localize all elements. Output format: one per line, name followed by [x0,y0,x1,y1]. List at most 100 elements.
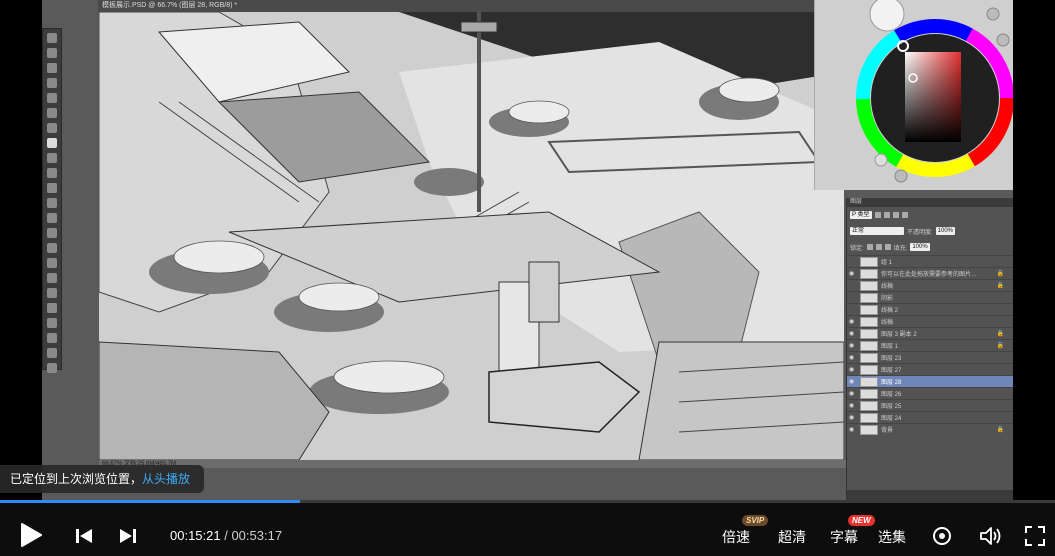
layer-list: 组 1 ◉ 你可以在此处拖放需要参考的图片… 🔒 线稿 🔒 阴影 线稿 2 ◉ 线稿 ◉ 图层 3 副… [847,255,1013,435]
visibility-eye-icon[interactable]: ◉ [849,390,857,397]
healing-tool-icon [47,123,57,133]
lock-all-icon[interactable] [884,244,891,250]
play-button[interactable] [20,523,42,552]
visibility-eye-icon[interactable]: ◉ [849,378,857,385]
tools-panel [42,28,62,373]
layer-name: 图层 25 [881,404,902,410]
previous-button[interactable] [76,529,92,548]
quick-select-tool-icon [47,78,57,88]
layer-name: 线稿 2 [881,308,899,314]
visibility-eye-icon[interactable]: ◉ [849,366,857,373]
layer-name: 图层 28 [881,380,902,386]
lock-icon: 🔒 [996,343,1004,349]
filter-adjust-icon[interactable] [883,212,890,218]
artwork-canvas [99,12,844,460]
layers-panel-footer [847,490,1013,500]
skip-previous-icon [76,529,92,543]
layer-thumbnail [860,424,878,435]
layer-row[interactable]: ◉ 线稿 [847,315,1013,327]
filter-type-icon[interactable] [892,212,899,218]
skip-next-icon [120,529,136,543]
total-duration: 00:53:17 [231,528,283,543]
lasso-tool-icon [47,63,57,73]
layer-thumbnail [860,364,878,375]
shape-tool-icon [47,288,57,298]
speed-button[interactable]: 倍速 [722,527,750,547]
lock-icon: 🔒 [996,331,1004,337]
layer-thumbnail [860,292,878,303]
toast-message: 已定位到上次浏览位置， [10,472,143,486]
layer-row[interactable]: ◉ 图层 1 🔒 [847,339,1013,351]
blend-mode-select[interactable]: 正常 [850,227,904,235]
layer-thumbnail [860,328,878,339]
layer-row[interactable]: ◉ 图层 27 [847,363,1013,375]
volume-button[interactable] [980,526,1002,551]
visibility-eye-icon[interactable]: ◉ [849,402,857,409]
quality-label: 超清 [778,529,806,545]
layer-thumbnail [860,316,878,327]
visibility-eye-icon[interactable]: ◉ [849,342,857,349]
layer-row[interactable]: 线稿 2 [847,303,1013,315]
quality-button[interactable]: 超清 [778,527,806,547]
layer-row[interactable]: ◉ 你可以在此处拖放需要参考的图片… 🔒 [847,267,1013,279]
opacity-input[interactable]: 100% [935,227,956,235]
time-separator: / [220,528,232,543]
layer-thumbnail [860,340,878,351]
layer-thumbnail [860,280,878,291]
layer-thumbnail [860,268,878,279]
layer-row[interactable]: 组 1 [847,255,1013,267]
layer-name: 图层 26 [881,392,902,398]
layer-row[interactable]: ◉ 图层 23 [847,351,1013,363]
filter-shape-icon[interactable] [901,212,908,218]
video-frame-photoshop: 模板展示.PSD @ 66.7% (图层 28, RGB/8) * 66.67%… [42,0,1013,500]
layer-name: 图层 1 [881,344,899,350]
opacity-label: 不透明度: [907,229,933,236]
layer-thumbnail [860,304,878,315]
subtitle-button[interactable]: 字幕 [830,527,858,547]
layer-name: 图层 23 [881,356,902,362]
eyedropper-tool-icon [47,108,57,118]
visibility-eye-icon[interactable]: ◉ [849,354,857,361]
layer-kind-filter[interactable]: P 类型 [850,211,872,219]
screen-mode-icon [47,363,57,373]
layer-row[interactable]: ◉ 图层 26 [847,387,1013,399]
layer-name: 你可以在此处拖放需要参考的图片… [881,272,978,278]
filter-pixel-icon[interactable] [874,212,881,218]
stamp-tool-icon [47,153,57,163]
color-swatch-icon [47,333,57,343]
play-from-start-link[interactable]: 从头播放 [142,472,190,486]
target-icon [933,527,951,545]
visibility-eye-icon[interactable]: ◉ [849,414,857,421]
visibility-eye-icon[interactable]: ◉ [849,330,857,337]
next-button[interactable] [120,529,136,548]
lock-pixels-icon[interactable] [866,244,873,250]
svip-badge: SVIP [742,515,769,526]
lock-label: 锁定: [850,245,864,252]
layer-row[interactable]: ◉ 图层 28 [847,375,1013,387]
fullscreen-button[interactable] [1025,526,1045,551]
visibility-eye-icon[interactable]: ◉ [849,318,857,325]
brush-tool-icon [47,138,57,148]
layer-row[interactable]: ◉ 图层 24 [847,411,1013,423]
marquee-tool-icon [47,48,57,58]
fill-input[interactable]: 100% [910,243,930,251]
layer-thumbnail [860,412,878,423]
layer-name: 线稿 [881,284,894,290]
gradient-tool-icon [47,198,57,208]
layer-row[interactable]: ◉ 图层 25 [847,399,1013,411]
layer-row[interactable]: ◉ 图层 3 副本 2 🔒 [847,327,1013,339]
layer-name: 图层 3 副本 2 [881,332,917,338]
layer-row[interactable]: 阴影 [847,291,1013,303]
lock-position-icon[interactable] [875,244,882,250]
layer-row[interactable]: ◉ 背景 🔒 [847,423,1013,435]
layer-thumbnail [860,388,878,399]
danmaku-settings-button[interactable] [932,526,952,551]
subtitle-label: 字幕 [830,529,858,545]
layer-thumbnail [860,256,878,267]
visibility-eye-icon[interactable]: ◉ [849,426,857,433]
visibility-eye-icon[interactable]: ◉ [849,270,857,277]
quick-mask-icon [47,348,57,358]
fill-label: 填充: [893,245,908,252]
episodes-button[interactable]: 选集 [878,527,906,547]
layer-row[interactable]: 线稿 🔒 [847,279,1013,291]
